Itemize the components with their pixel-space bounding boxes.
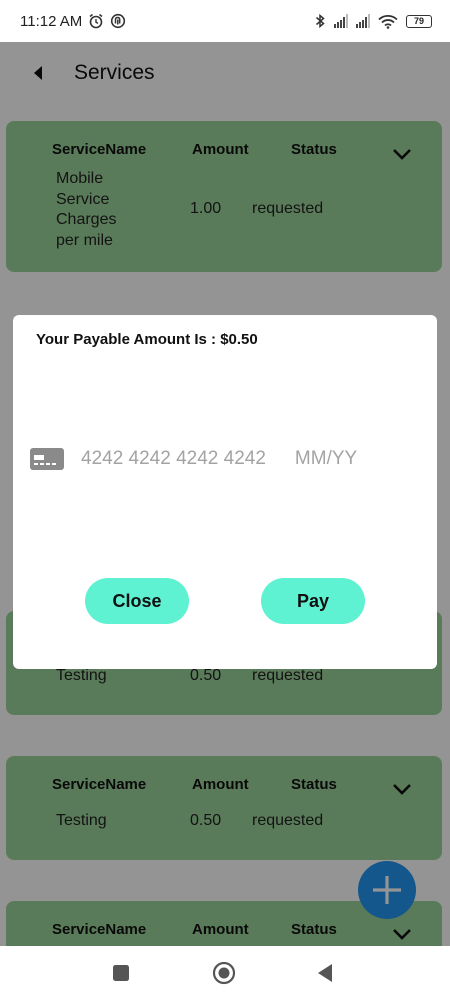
signal-icon — [334, 14, 348, 28]
recents-button[interactable] — [94, 946, 148, 1000]
card-number-placeholder[interactable]: 4242 4242 4242 4242 — [81, 448, 266, 470]
back-nav-button[interactable] — [298, 946, 352, 1000]
status-left: 11:12 AM — [20, 13, 126, 30]
battery-icon: 79 — [406, 14, 432, 28]
pay-button[interactable]: Pay — [261, 578, 365, 624]
credit-card-icon — [30, 448, 64, 470]
wifi-icon — [378, 14, 398, 29]
payment-dialog: Your Payable Amount Is : $0.50 4242 4242… — [13, 315, 437, 669]
back-triangle-icon — [318, 964, 332, 982]
status-time: 11:12 AM — [20, 12, 83, 30]
expiry-placeholder[interactable]: MM/YY — [295, 448, 357, 470]
navigation-bar — [0, 946, 450, 1000]
card-input-field[interactable]: 4242 4242 4242 4242 MM/YY — [29, 437, 421, 481]
bluetooth-icon — [316, 13, 325, 29]
home-button[interactable] — [197, 946, 251, 1000]
status-right: 79 — [315, 13, 432, 29]
notification-icon — [111, 13, 126, 29]
signal-icon — [356, 14, 370, 28]
alarm-icon — [89, 13, 103, 29]
recents-square-icon — [113, 965, 129, 981]
status-bar: 11:12 AM 79 — [0, 0, 450, 42]
close-button[interactable]: Close — [85, 578, 189, 624]
payable-amount-title: Your Payable Amount Is : $0.50 — [36, 331, 258, 348]
home-circle-icon — [212, 961, 236, 985]
